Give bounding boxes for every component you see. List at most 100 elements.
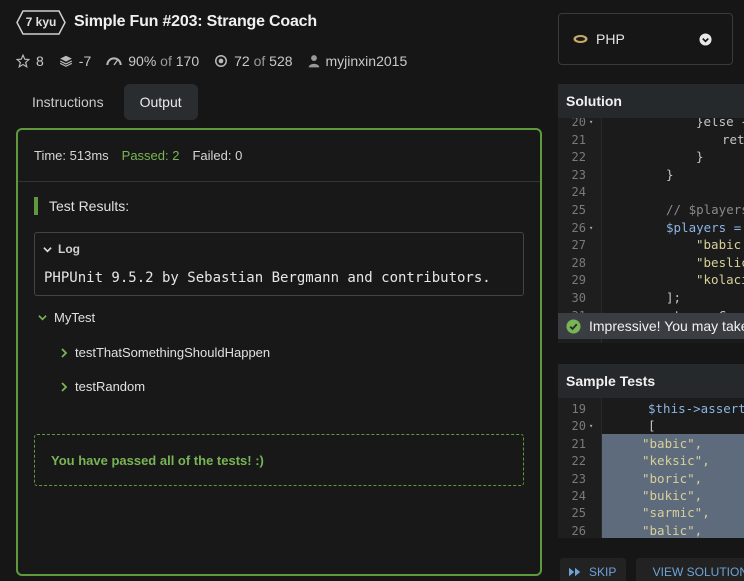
stars-stat[interactable]: 8 xyxy=(16,53,44,69)
fast-forward-icon xyxy=(569,567,581,577)
panel-tabs: Instructions Output xyxy=(16,84,202,120)
code-line: "babic", xyxy=(642,435,703,451)
line-number: 20 xyxy=(571,419,586,434)
success-message: You have passed all of the tests! :) xyxy=(34,434,524,486)
test-item[interactable]: testRandom xyxy=(60,379,145,394)
rank-label: 7 kyu xyxy=(25,15,57,29)
code-line: } xyxy=(666,166,674,182)
votes-count: -7 xyxy=(78,53,92,69)
tab-output[interactable]: Output xyxy=(123,84,198,120)
language-select[interactable]: PHP xyxy=(558,13,733,65)
log-toggle[interactable]: Log xyxy=(43,242,80,256)
code-line: "keksic", xyxy=(642,453,710,469)
log-label: Log xyxy=(58,242,80,256)
line-number: 23 xyxy=(571,471,586,486)
star-icon xyxy=(16,54,30,68)
line-number: 19 xyxy=(571,402,586,416)
satisfaction-stat: 90% of 170 xyxy=(106,53,199,69)
fold-arrow-icon[interactable]: ▾ xyxy=(589,118,593,126)
chevron-down-icon xyxy=(43,246,52,252)
target-icon xyxy=(215,55,228,67)
line-number: 22 xyxy=(571,454,586,469)
code-line: [ xyxy=(648,418,656,434)
layers-icon xyxy=(59,55,72,67)
php-icon xyxy=(573,35,588,43)
author-name: myjinxin2015 xyxy=(325,53,408,69)
test-results-heading: Test Results: xyxy=(34,197,129,215)
code-line: $players = xyxy=(666,219,744,235)
suite-name: MyTest xyxy=(54,310,96,325)
code-line: "sarmic", xyxy=(642,505,710,521)
fold-arrow-icon[interactable]: ▾ xyxy=(589,422,593,430)
code-line: } xyxy=(696,149,704,165)
solution-heading: Solution xyxy=(558,84,744,118)
line-number: 22 xyxy=(571,150,586,165)
line-number: 20 xyxy=(571,118,586,129)
user-icon xyxy=(308,55,319,68)
code-line: $this->assertS xyxy=(648,401,744,416)
sample-tests-editor[interactable]: 19 $this->assertS 20 ▾ [21 "babic", 22 "keksic"… xyxy=(558,398,744,538)
line-number: 29 xyxy=(571,273,586,288)
completed-total: 528 xyxy=(269,53,293,69)
time-text: Time: 513ms xyxy=(34,148,109,163)
chevron-down-icon xyxy=(38,315,47,321)
line-number: 23 xyxy=(571,167,586,182)
passed-count: Passed: 2 xyxy=(121,148,180,163)
code-line: "babic xyxy=(696,237,742,253)
line-number: 27 xyxy=(571,238,586,253)
view-solutions-button[interactable]: VIEW SOLUTIONS xyxy=(636,558,744,581)
line-number: 26 xyxy=(571,220,586,235)
language-value: PHP xyxy=(596,31,625,47)
satisfaction-total: 170 xyxy=(175,53,200,69)
failed-count: Failed: 0 xyxy=(192,148,243,163)
code-line: }else { xyxy=(696,118,744,129)
tab-instructions[interactable]: Instructions xyxy=(16,84,120,120)
line-number: 25 xyxy=(571,203,586,217)
code-line: ret xyxy=(722,131,744,147)
kata-title[interactable]: Simple Fun #203: Strange Coach xyxy=(74,13,317,31)
line-number: 28 xyxy=(571,255,586,270)
satisfaction-of: of xyxy=(160,53,172,69)
skip-button[interactable]: SKIP xyxy=(560,558,626,581)
output-panel: Time: 513ms Passed: 2 Failed: 0 Test Res… xyxy=(16,128,542,576)
line-number: 30 xyxy=(571,291,586,305)
author-stat[interactable]: myjinxin2015 xyxy=(308,53,408,69)
check-circle-icon xyxy=(566,318,581,334)
line-number: 24 xyxy=(571,185,586,200)
rank-badge: 7 kyu xyxy=(16,10,66,35)
success-toast: Impressive! You may take xyxy=(558,313,744,339)
chevron-right-icon xyxy=(61,347,68,358)
refresh-icon xyxy=(644,571,645,573)
stars-count: 8 xyxy=(36,53,44,69)
suite-item[interactable]: MyTest xyxy=(38,310,95,325)
test-name: testThatSomethingShouldHappen xyxy=(75,345,271,360)
log-box[interactable]: Log PHPUnit 9.5.2 by Sebastian Bergmann … xyxy=(34,232,524,296)
code-line: "balic", xyxy=(642,522,703,538)
skip-label: SKIP xyxy=(589,565,617,579)
test-name: testRandom xyxy=(75,379,146,394)
code-line: "kolaci xyxy=(696,272,744,288)
completed-count: 72 xyxy=(234,53,250,69)
code-line: // $players xyxy=(666,202,744,217)
fold-arrow-icon[interactable]: ▾ xyxy=(589,224,593,232)
log-output: PHPUnit 9.5.2 by Sebastian Bergmann and … xyxy=(44,270,491,286)
satisfaction-pct: 90% xyxy=(128,53,157,69)
solution-editor[interactable]: 20 ▾}else {21 ret 22} 23} 24 25// $players 26 ▾ $… xyxy=(558,118,744,343)
line-number: 24 xyxy=(571,489,586,503)
result-summary: Time: 513ms Passed: 2 Failed: 0 xyxy=(18,130,540,182)
gauge-icon xyxy=(106,57,122,66)
chevron-down-circle-icon xyxy=(699,33,712,46)
sample-tests-heading: Sample Tests xyxy=(558,364,744,398)
votes-stat: -7 xyxy=(59,53,91,69)
line-number: 21 xyxy=(571,132,586,147)
code-line: "beslic xyxy=(696,254,744,270)
line-number: 21 xyxy=(571,436,586,451)
code-line: ]; xyxy=(666,290,682,305)
code-line: "boric", xyxy=(642,470,703,486)
test-item[interactable]: testThatSomethingShouldHappen xyxy=(60,345,270,360)
completed-stat: 72 of 528 xyxy=(214,53,293,69)
line-number: 26 xyxy=(571,523,586,538)
view-solutions-label: VIEW SOLUTIONS xyxy=(652,565,744,579)
toast-text: Impressive! You may take xyxy=(589,318,744,334)
chevron-right-icon xyxy=(61,381,68,392)
